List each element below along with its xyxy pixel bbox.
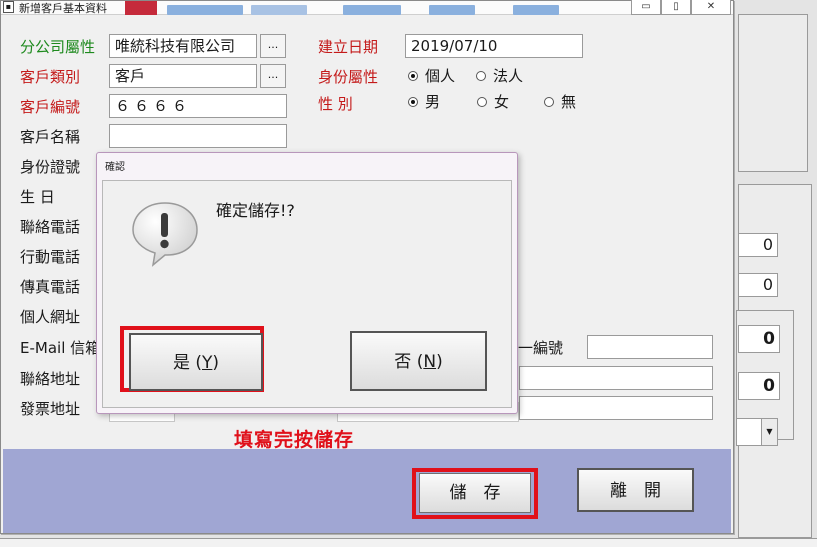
background-combo[interactable]: ▼ (736, 418, 778, 446)
restore-button[interactable]: ▯ (661, 0, 691, 15)
background-value-field[interactable]: 0 (738, 372, 780, 400)
phone-label: 聯絡電話 (20, 218, 81, 236)
mobile-label: 行動電話 (20, 248, 81, 266)
taskbar-blue-tab (167, 5, 243, 15)
confirm-dialog: 確認 確定儲存!? 是 (Y) 否 (N) (96, 152, 518, 414)
radio-selected-icon (408, 71, 418, 81)
taskbar-blue-tab (429, 5, 475, 15)
dialog-message: 確定儲存!? (216, 201, 295, 220)
window-title: 新增客戶基本資料 (19, 2, 107, 15)
taskbar-blue-tab (513, 5, 559, 15)
contact-address-field[interactable] (519, 366, 713, 390)
minimize-button[interactable]: ▭ (631, 0, 661, 15)
gender-radio-female[interactable]: 女 (477, 92, 509, 112)
leave-button[interactable]: 離 開 (577, 468, 694, 512)
category-label: 客戶類別 (20, 68, 81, 86)
identity-radio-personal[interactable]: 個人 (408, 66, 455, 86)
unified-number-field[interactable] (587, 335, 713, 359)
question-exclamation-icon (132, 202, 198, 267)
branch-lookup-button[interactable]: ... (260, 34, 286, 58)
gender-radio-male[interactable]: 男 (408, 92, 440, 112)
code-field[interactable]: ６６６６ (109, 94, 287, 118)
email-label: E-Mail 信箱 (20, 339, 101, 357)
birthday-label: 生 日 (20, 188, 55, 206)
category-lookup-button[interactable]: ... (260, 64, 286, 88)
yes-button[interactable]: 是 (Y) (129, 333, 263, 391)
created-date-field[interactable]: 2019/07/10 (405, 34, 583, 58)
fax-label: 傳真電話 (20, 278, 81, 296)
background-top-panel (738, 14, 808, 172)
radio-unselected-icon (476, 71, 486, 81)
background-value-field[interactable]: 0 (738, 325, 780, 353)
gender-label: 性 別 (318, 95, 353, 113)
unified-number-label: 一編號 (518, 339, 564, 357)
identity-label: 身份屬性 (318, 68, 379, 86)
radio-unselected-icon (477, 97, 487, 107)
invoice-address-label: 發票地址 (20, 400, 81, 418)
background-value-field[interactable]: 0 (738, 273, 778, 297)
branch-field[interactable]: 唯統科技有限公司 (109, 34, 257, 58)
background-value-field[interactable]: 0 (738, 233, 778, 257)
background-bottom-edge (0, 538, 817, 547)
radio-selected-icon (408, 97, 418, 107)
code-label: 客戶編號 (20, 98, 81, 116)
taskbar-blue-tab (251, 5, 307, 15)
taskbar-blue-tab (343, 5, 401, 15)
dialog-body: 確定儲存!? 是 (Y) 否 (N) (102, 180, 512, 408)
created-date-label: 建立日期 (318, 38, 379, 56)
no-button[interactable]: 否 (N) (350, 331, 487, 391)
invoice-address-field[interactable] (519, 396, 713, 420)
branch-label: 分公司屬性 (20, 38, 96, 56)
gender-radio-none[interactable]: 無 (544, 92, 576, 112)
id-number-label: 身份證號 (20, 158, 81, 176)
close-button[interactable]: ✕ (691, 0, 731, 15)
dialog-title: 確認 (105, 162, 125, 173)
save-button[interactable]: 儲 存 (419, 473, 531, 513)
window-titlebar: ▪ 新增客戶基本資料 ▭ ▯ ✕ (1, 0, 733, 15)
taskbar-red-tab (125, 1, 157, 15)
instruction-annotation: 填寫完按儲存 (234, 429, 355, 451)
identity-radio-corporate[interactable]: 法人 (476, 66, 523, 86)
website-label: 個人網址 (20, 308, 81, 326)
name-label: 客戶名稱 (20, 128, 81, 146)
app-icon: ▪ (3, 1, 14, 13)
contact-address-label: 聯絡地址 (20, 370, 81, 388)
category-field[interactable]: 客戶 (109, 64, 257, 88)
name-field[interactable] (109, 124, 287, 148)
chevron-down-icon[interactable]: ▼ (761, 419, 777, 445)
radio-unselected-icon (544, 97, 554, 107)
